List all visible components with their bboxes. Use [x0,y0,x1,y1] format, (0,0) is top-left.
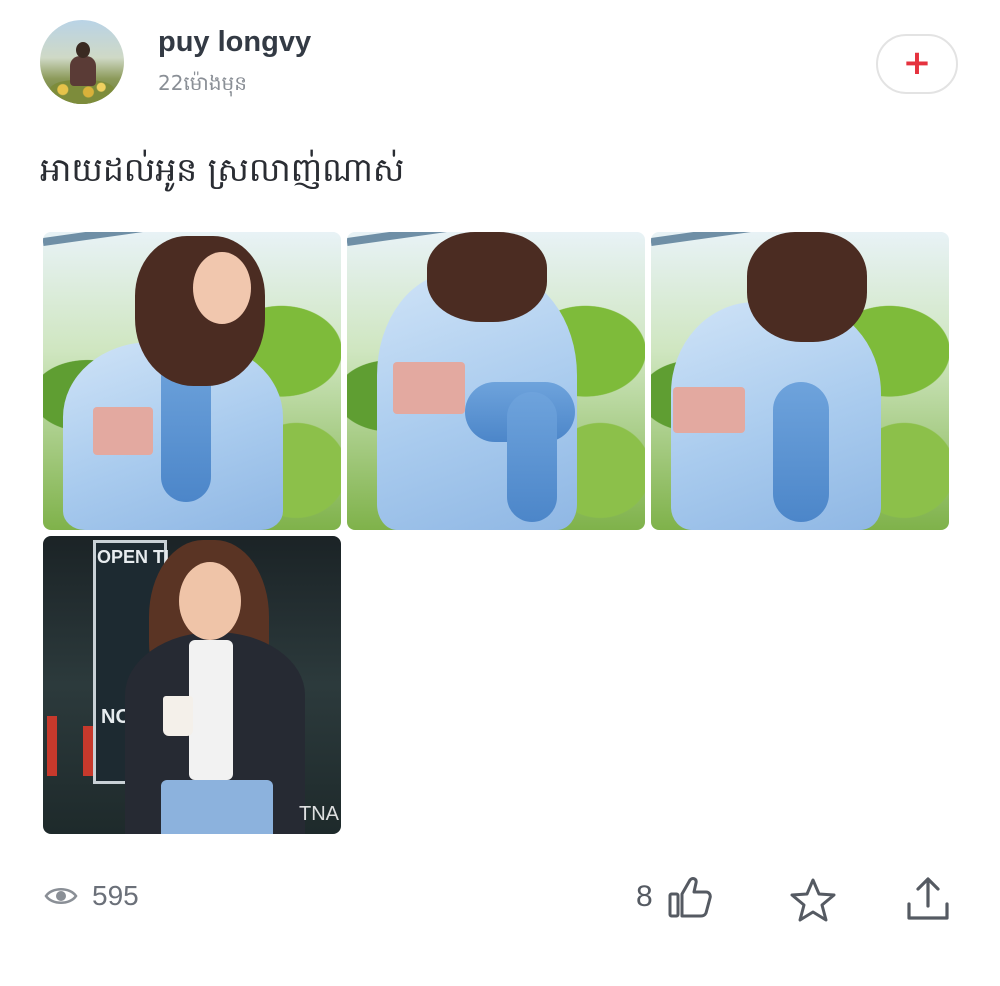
likes-count: 8 [636,880,653,913]
photo-face [179,562,241,640]
avatar-figure-body [70,56,96,86]
photo-bag [673,387,745,433]
post-photo-2[interactable] [347,232,645,530]
photo-jeans [773,382,829,522]
photo-red-pole-2 [83,726,93,776]
post-timestamp: 22ម៉ោងមុន [158,71,247,95]
avatar-figure-head [76,42,90,58]
plus-icon: + [902,43,932,83]
photo-jeans-lower [507,392,557,522]
like-button[interactable]: 8 [636,874,713,920]
photo-watermark: TNA [299,803,339,825]
photo-cup [163,696,193,736]
author-name[interactable]: puy longvy [158,26,311,59]
views-count: 595 [92,880,139,911]
post-text: អាយដល់អូន ស្រលាញ់ណាស់ [40,150,405,189]
photo-hair [427,232,547,322]
photo-tshirt [189,640,233,780]
follow-button[interactable]: + [876,34,958,94]
post-card: puy longvy 22ម៉ោងមុន + អាយដល់អូន ស្រលាញ់… [0,0,1000,986]
photo-bag [93,407,153,455]
view-count: 595 [44,880,139,912]
share-icon[interactable] [904,874,952,924]
photo-bag [393,362,465,414]
post-photo-1[interactable] [43,232,341,530]
photo-jeans [161,780,273,834]
author-avatar[interactable] [40,20,124,104]
photo-red-pole [47,716,57,776]
photo-sign-text-top: OPEN TI [97,547,170,567]
photo-face [193,252,251,324]
post-photo-4[interactable]: OPEN TI NO PET TNA [43,536,341,834]
post-photo-3[interactable] [651,232,949,530]
star-icon[interactable] [788,876,838,926]
photo-hair [747,232,867,342]
thumbs-up-icon [668,877,712,918]
eye-icon [44,888,78,904]
